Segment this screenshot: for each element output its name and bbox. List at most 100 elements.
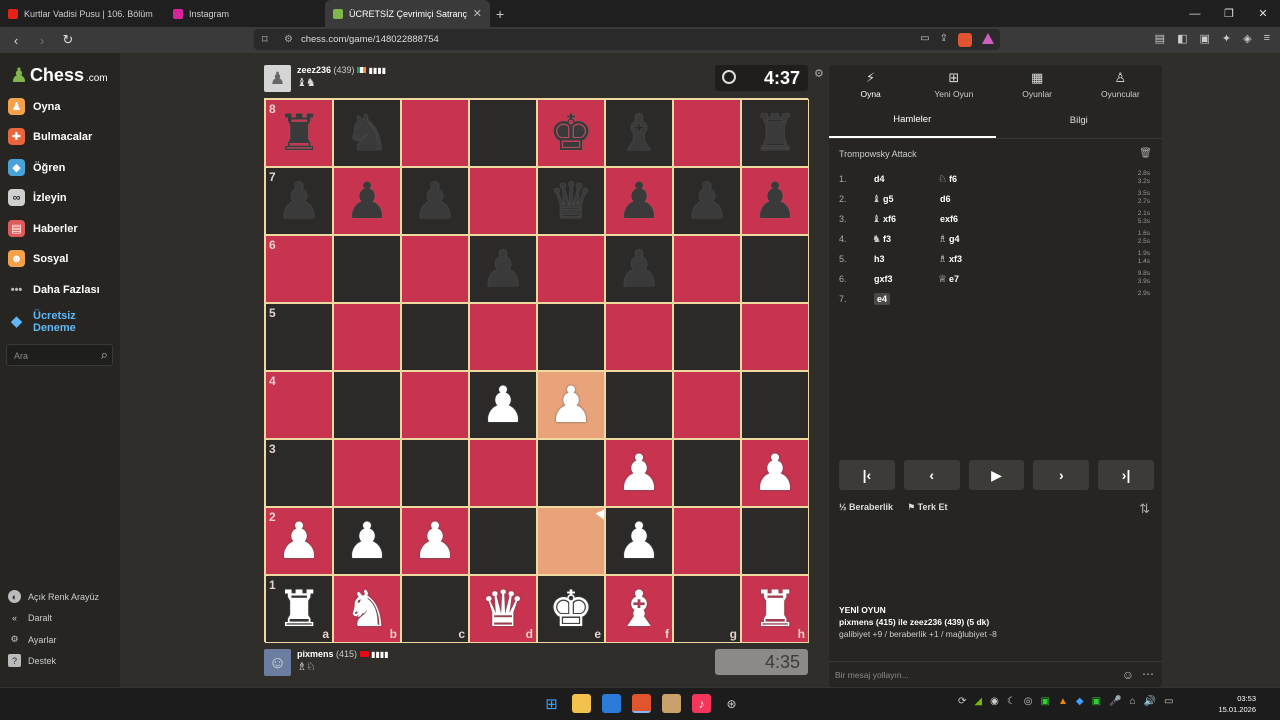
trash-icon[interactable]: 🗑 [1139,148,1152,159]
steam-icon[interactable]: ⊛ [722,694,741,713]
square-b4[interactable] [333,371,401,439]
menu-icon[interactable]: ≡ [1264,32,1270,45]
square-e3[interactable] [537,439,605,507]
square-a5[interactable]: 5 [265,303,333,371]
url-box[interactable]: ⌑ ⚙ chess.com/game/148022888754 ▭ ⇪ [254,29,1000,50]
battery-icon[interactable]: ▭ [1164,696,1173,707]
close-tab-icon[interactable]: ✕ [473,7,482,20]
sidebar-item-watch[interactable]: ∞ İzleyin [8,189,67,206]
sidebar-light-theme[interactable]: ◐ Açık Renk Arayüz [8,590,99,603]
square-c8[interactable] [401,99,469,167]
white-move[interactable]: ♞ f3 [872,234,938,245]
tray-app-icon[interactable]: ▲ [1058,696,1068,707]
opening-name[interactable]: Trompowsky Attack [839,149,917,159]
file-explorer-icon[interactable] [572,694,591,713]
white-move[interactable]: ♝ xf6 [872,214,938,225]
white-rook-piece[interactable]: ♜ [753,584,798,634]
new-tab-button[interactable]: + [496,6,504,22]
tab-play[interactable]: ⚡ Oyna [829,65,912,103]
square-b1[interactable]: b ♞ [333,575,401,643]
black-move[interactable]: d6 [938,194,1004,205]
reload-button[interactable]: ↻ [58,32,78,48]
square-f6[interactable]: ♟ [605,235,673,303]
tab-moves[interactable]: Hamleler [829,103,996,138]
square-b8[interactable]: ♞ [333,99,401,167]
white-king-piece[interactable]: ♚ [549,584,594,634]
square-f7[interactable]: ♟ [605,167,673,235]
square-f4[interactable] [605,371,673,439]
square-d8[interactable] [469,99,537,167]
square-e5[interactable] [537,303,605,371]
tab-info[interactable]: Bilgi [996,103,1163,138]
white-pawn-piece[interactable]: ♟ [481,380,526,430]
square-a7[interactable]: 7 ♟ [265,167,333,235]
white-pawn-piece[interactable]: ♟ [277,516,322,566]
square-g6[interactable] [673,235,741,303]
square-g2[interactable] [673,507,741,575]
last-move-button[interactable]: ›| [1098,460,1154,490]
white-pawn-piece[interactable]: ♟ [549,380,594,430]
reader-icon[interactable]: ▤ [1155,32,1165,45]
next-move-button[interactable]: › [1033,460,1090,490]
square-d4[interactable]: ♟ [469,371,537,439]
tab-new-game[interactable]: ⊞ Yeni Oyun [912,65,995,103]
sidebar-support[interactable]: ? Destek [8,654,56,667]
black-pawn-piece[interactable]: ♟ [685,176,730,226]
black-pawn-piece[interactable]: ♟ [617,176,662,226]
system-clock[interactable]: 03:53 15.01.2026 [1218,693,1256,715]
black-knight-piece[interactable]: ♞ [345,108,390,158]
brave-shield-icon[interactable] [958,32,972,47]
white-move[interactable]: ♝ g5 [872,194,938,205]
previous-move-button[interactable]: ‹ [903,460,960,490]
black-pawn-piece[interactable]: ♟ [277,176,322,226]
tray-app-icon[interactable]: ☾ [1007,696,1016,707]
square-e6[interactable] [537,235,605,303]
game-app-icon[interactable] [662,694,681,713]
square-d7[interactable] [469,167,537,235]
square-b6[interactable] [333,235,401,303]
black-pawn-piece[interactable]: ♟ [753,176,798,226]
square-c4[interactable] [401,371,469,439]
black-king-piece[interactable]: ♚ [549,108,594,158]
square-g8[interactable] [673,99,741,167]
browser-tab-instagram[interactable]: Instagram [165,0,325,27]
white-move[interactable]: gxf3 [872,274,938,285]
volume-icon[interactable]: 🔊 [1144,696,1156,707]
square-g4[interactable] [673,371,741,439]
music-app-icon[interactable]: ♪ [692,694,711,713]
maximize-button[interactable]: ❐ [1212,0,1246,27]
close-window-button[interactable]: ✕ [1246,0,1280,27]
square-h7[interactable]: ♟ [741,167,809,235]
tab-players[interactable]: ♙ Oyuncular [1079,65,1162,103]
white-pawn-piece[interactable]: ♟ [413,516,458,566]
tray-app-icon[interactable]: ▣ [1041,696,1050,707]
square-f2[interactable]: ♟ [605,507,673,575]
square-c5[interactable] [401,303,469,371]
white-move[interactable]: e4 [872,292,938,305]
top-player-avatar[interactable]: ♟ [264,65,291,92]
site-info-icon[interactable]: ⚙ [284,34,293,45]
tray-nvidia-icon[interactable]: ◢ [974,696,982,707]
square-c1[interactable]: c [401,575,469,643]
browser-tab-chess[interactable]: ÜCRETSİZ Çevrimiçi Satranç Oyn ✕ [325,0,490,27]
square-e8[interactable]: ♚ [537,99,605,167]
black-move[interactable]: exf6 [938,214,1004,225]
draw-button[interactable]: ½ Beraberlik [839,502,893,513]
tray-app-icon[interactable]: ◉ [990,696,999,707]
square-b3[interactable] [333,439,401,507]
white-bishop-piece[interactable]: ♝ [617,584,662,634]
black-pawn-piece[interactable]: ♟ [481,244,526,294]
white-move[interactable]: h3 [872,254,938,265]
first-move-button[interactable]: |‹ [839,460,895,490]
black-move[interactable]: ♗ xf3 [938,254,1004,265]
share-icon[interactable]: ⇪ [940,33,948,47]
sidebar-item-puzzles[interactable]: ✚ Bulmacalar [8,128,92,145]
square-e2[interactable] [537,507,605,575]
square-a4[interactable]: 4 [265,371,333,439]
minimize-button[interactable]: — [1178,0,1212,27]
back-button[interactable]: ‹ [6,33,26,48]
square-g3[interactable] [673,439,741,507]
square-b2[interactable]: ♟ [333,507,401,575]
sidebar-toggle-icon[interactable]: ◧ [1177,32,1187,45]
forward-button[interactable]: › [32,33,52,48]
